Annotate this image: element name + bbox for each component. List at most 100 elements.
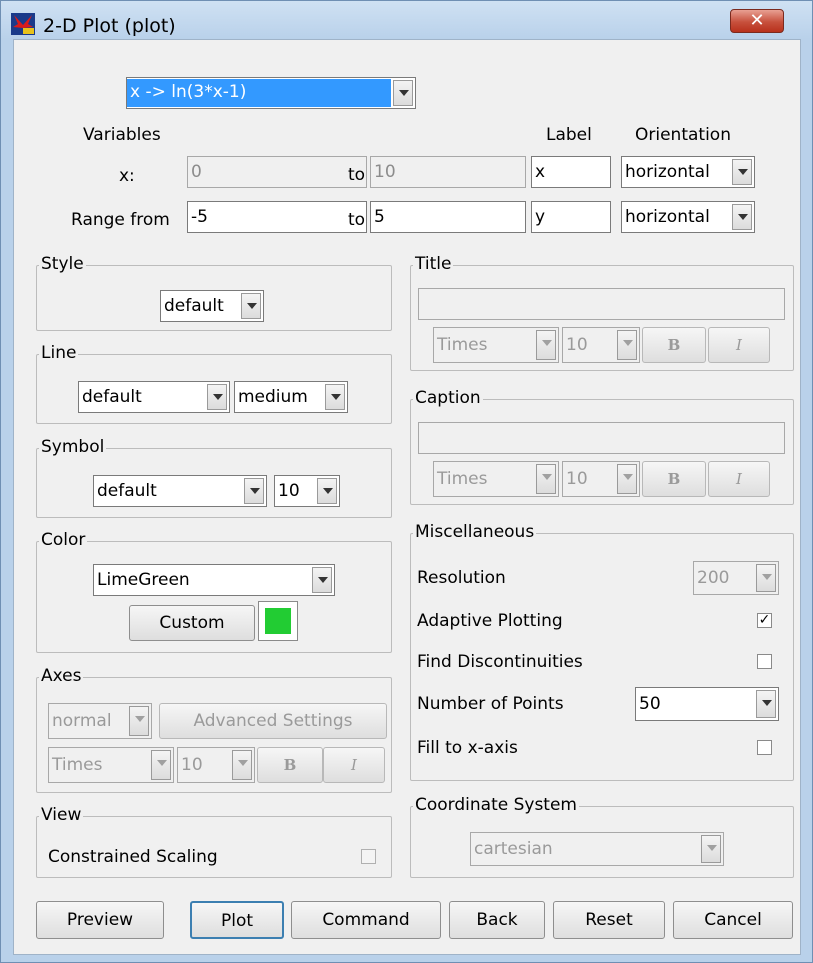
- close-button[interactable]: ✕: [730, 9, 784, 33]
- plot-button[interactable]: Plot: [190, 901, 284, 939]
- title-group-title: Title: [413, 254, 454, 274]
- chevron-down-icon[interactable]: [241, 293, 261, 319]
- cancel-button[interactable]: Cancel: [673, 901, 793, 939]
- range-from-field[interactable]: -5: [187, 201, 367, 233]
- chevron-down-icon[interactable]: [701, 835, 721, 863]
- resolution-select[interactable]: 200: [693, 561, 779, 595]
- view-group-title: View: [39, 805, 84, 825]
- axes-mode-select[interactable]: normal: [48, 703, 152, 739]
- symbol-size-select[interactable]: 10: [274, 475, 340, 507]
- chevron-down-icon[interactable]: [617, 464, 637, 494]
- resolution-value: 200: [697, 568, 730, 588]
- function-select[interactable]: x -> ln(3*x-1): [126, 77, 416, 109]
- x-to-label: to: [348, 165, 366, 185]
- number-of-points-label: Number of Points: [417, 694, 564, 714]
- chevron-down-icon[interactable]: [732, 204, 752, 230]
- chevron-down-icon[interactable]: [325, 384, 345, 410]
- color-group-title: Color: [39, 530, 88, 550]
- window-title: 2-D Plot (plot): [43, 15, 176, 37]
- number-of-points-select[interactable]: 50: [635, 687, 779, 721]
- coordinate-system-group-title: Coordinate System: [413, 795, 579, 815]
- advanced-settings-button[interactable]: Advanced Settings: [159, 703, 387, 739]
- orientation-header: Orientation: [635, 125, 731, 145]
- color-select[interactable]: LimeGreen: [93, 564, 335, 596]
- axes-italic-button[interactable]: I: [323, 747, 385, 783]
- caption-size-select[interactable]: 10: [562, 461, 640, 497]
- chevron-down-icon[interactable]: [232, 750, 252, 780]
- chevron-down-icon[interactable]: [312, 567, 332, 593]
- caption-italic-button[interactable]: I: [708, 461, 770, 497]
- range-to-label: to: [348, 210, 366, 230]
- title-size-select[interactable]: 10: [562, 327, 640, 363]
- caption-bold-button[interactable]: B: [642, 461, 706, 497]
- chevron-down-icon[interactable]: [617, 330, 637, 360]
- symbol-type-select[interactable]: default: [93, 475, 267, 507]
- dialog-window: 2-D Plot (plot) ✕ x -> ln(3*x-1) Variabl…: [0, 0, 813, 963]
- color-swatch[interactable]: [258, 601, 298, 641]
- resolution-label: Resolution: [417, 568, 506, 588]
- line-type-select[interactable]: default: [78, 381, 230, 413]
- find-discontinuities-checkbox[interactable]: [757, 654, 772, 669]
- symbol-type-value: default: [97, 481, 157, 501]
- title-text-field[interactable]: [418, 288, 785, 320]
- title-font-value: Times: [437, 335, 488, 355]
- axes-mode-value: normal: [52, 711, 112, 731]
- coordinate-system-select[interactable]: cartesian: [470, 832, 724, 866]
- caption-text-field[interactable]: [418, 422, 785, 454]
- fill-to-x-axis-label: Fill to x-axis: [417, 738, 518, 758]
- adaptive-plotting-checkbox[interactable]: ✓: [757, 613, 772, 628]
- chevron-down-icon[interactable]: [317, 478, 337, 504]
- constrained-scaling-checkbox[interactable]: [361, 849, 376, 864]
- custom-color-button[interactable]: Custom: [129, 605, 255, 641]
- y-label-field[interactable]: y: [531, 201, 611, 233]
- style-group-title: Style: [39, 254, 86, 274]
- chevron-down-icon[interactable]: [536, 464, 556, 494]
- chevron-down-icon[interactable]: [151, 750, 171, 780]
- line-width-select[interactable]: medium: [234, 381, 348, 413]
- chevron-down-icon[interactable]: [129, 706, 149, 736]
- title-italic-button[interactable]: I: [708, 327, 770, 363]
- symbol-group-title: Symbol: [39, 437, 107, 457]
- range-to-field[interactable]: 5: [370, 201, 526, 233]
- x-to-field[interactable]: 10: [370, 156, 526, 188]
- style-select[interactable]: default: [160, 290, 264, 322]
- style-select-value: default: [164, 296, 224, 316]
- axes-font-select[interactable]: Times: [48, 747, 174, 783]
- axes-bold-button[interactable]: B: [257, 747, 323, 783]
- range-from-label: Range from: [71, 210, 170, 230]
- title-bold-button[interactable]: B: [642, 327, 706, 363]
- x-variable-label: x:: [119, 166, 135, 186]
- chevron-down-icon[interactable]: [536, 330, 556, 360]
- coordinate-system-value: cartesian: [474, 839, 553, 859]
- chevron-down-icon[interactable]: [756, 564, 776, 592]
- command-button[interactable]: Command: [291, 901, 441, 939]
- adaptive-plotting-label: Adaptive Plotting: [417, 611, 563, 631]
- caption-font-select[interactable]: Times: [433, 461, 559, 497]
- color-select-value: LimeGreen: [97, 570, 190, 590]
- chevron-down-icon[interactable]: [207, 384, 227, 410]
- y-orientation-value: horizontal: [625, 207, 710, 227]
- axes-size-select[interactable]: 10: [177, 747, 255, 783]
- chevron-down-icon[interactable]: [393, 80, 413, 106]
- x-from-field[interactable]: 0: [187, 156, 367, 188]
- preview-button[interactable]: Preview: [36, 901, 164, 939]
- axes-font-value: Times: [52, 755, 103, 775]
- fill-to-x-axis-checkbox[interactable]: [757, 740, 772, 755]
- chevron-down-icon[interactable]: [756, 690, 776, 718]
- back-button[interactable]: Back: [449, 901, 545, 939]
- title-font-select[interactable]: Times: [433, 327, 559, 363]
- y-orientation-select[interactable]: horizontal: [621, 201, 755, 233]
- misc-group-title: Miscellaneous: [413, 522, 537, 542]
- title-size-value: 10: [566, 335, 588, 355]
- x-label-field[interactable]: x: [531, 156, 611, 188]
- function-select-value: x -> ln(3*x-1): [127, 79, 391, 107]
- chevron-down-icon[interactable]: [732, 159, 752, 185]
- caption-font-value: Times: [437, 469, 488, 489]
- chevron-down-icon[interactable]: [244, 478, 264, 504]
- x-orientation-select[interactable]: horizontal: [621, 156, 755, 188]
- line-type-value: default: [82, 387, 142, 407]
- reset-button[interactable]: Reset: [553, 901, 665, 939]
- x-orientation-value: horizontal: [625, 162, 710, 182]
- title-bar[interactable]: 2-D Plot (plot) ✕: [1, 1, 812, 39]
- line-group-title: Line: [39, 343, 79, 363]
